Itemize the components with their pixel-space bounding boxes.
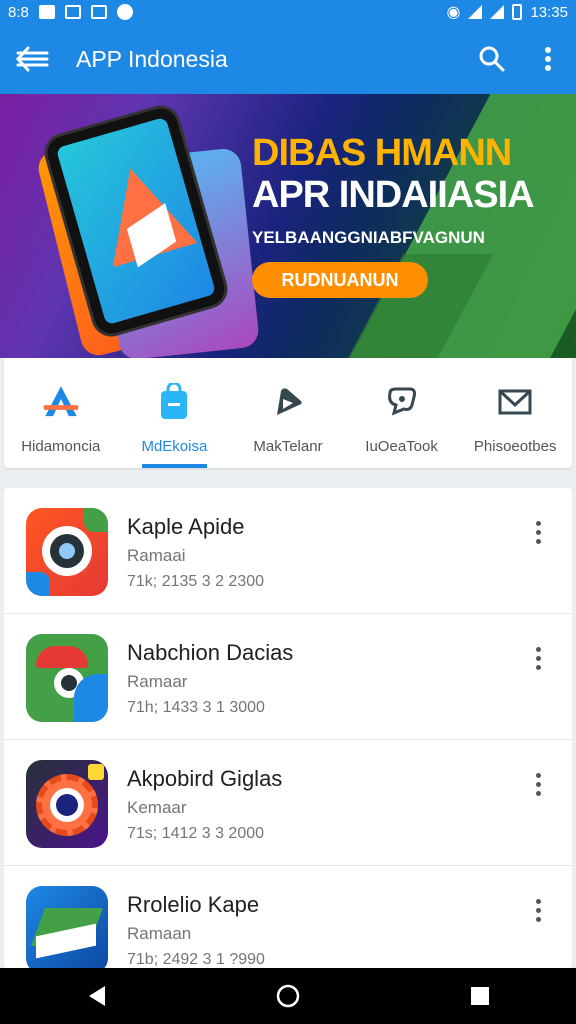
category-tab[interactable]: Phisoeotbes	[458, 358, 572, 468]
notification-icon	[64, 5, 81, 19]
category-tab[interactable]: MakTelanr	[231, 358, 345, 468]
app-name: Nabchion Dacias	[127, 640, 294, 665]
banner-subheadline: APR INDAIIASIA	[252, 174, 535, 216]
chrome-like-app-icon	[26, 634, 108, 722]
phone-illustration	[39, 100, 233, 342]
app-meta: 71b; 2492 3 1 ?990	[127, 951, 265, 968]
category-tab-label: IuOeaTook	[365, 438, 438, 455]
back-arrow-icon	[15, 46, 49, 72]
more-vert-icon[interactable]	[524, 644, 552, 672]
app-list-item[interactable]: Akpobird Giglas Kemaar 71s; 1412 3 3 200…	[4, 740, 572, 866]
banner-headline: DIBAS HMANN	[252, 132, 512, 174]
back-triangle-icon	[89, 986, 105, 1006]
promo-banner[interactable]: DIBAS HMANN APR INDAIIASIA YELBAANGGNIAB…	[0, 94, 576, 358]
nav-recents-button[interactable]	[450, 968, 510, 1024]
notification-dot-icon	[116, 4, 133, 20]
app-meta: 71s; 1412 3 3 2000	[127, 825, 265, 842]
search-icon	[479, 46, 505, 72]
status-time-left: 8:8	[8, 3, 29, 21]
app-category: Ramaai	[127, 546, 186, 565]
app-list-item[interactable]: Rrolelio Kape Ramaan 71b; 2492 3 1 ?990	[4, 866, 572, 968]
shopping-bag-icon	[152, 380, 196, 424]
recents-square-icon	[471, 987, 489, 1005]
app-list-item[interactable]: Nabchion Dacias Ramaar 71h; 1433 3 1 300…	[4, 614, 572, 740]
more-options-button[interactable]	[520, 24, 576, 94]
app-category: Ramaar	[127, 672, 188, 691]
category-tab-label: MakTelanr	[253, 438, 323, 455]
status-bar: 8:8 ◉ 13:35	[0, 0, 576, 24]
active-tab-indicator	[141, 464, 208, 468]
mail-icon	[493, 380, 537, 424]
camera-app-icon	[26, 508, 108, 596]
app-store-icon	[39, 380, 83, 424]
banner-tagline: YELBAANGGNIABFVAGNUN	[252, 228, 485, 247]
category-tab-label: Phisoeotbes	[473, 438, 557, 455]
app-category: Kemaar	[127, 798, 187, 817]
back-button[interactable]	[0, 24, 64, 94]
notification-icon	[38, 5, 55, 19]
app-name: Kaple Apide	[127, 514, 245, 539]
battery-icon	[512, 4, 523, 20]
search-button[interactable]	[464, 24, 520, 94]
wifi-icon: ◉	[446, 4, 461, 21]
more-vert-icon[interactable]	[524, 518, 552, 546]
signal-icon	[468, 5, 483, 19]
category-tab[interactable]: Hidamoncia	[4, 358, 118, 468]
banner-cta-button[interactable]: RUDNUANUN	[252, 262, 428, 298]
more-vert-icon[interactable]	[524, 896, 552, 924]
category-tab-label: Hidamoncia	[21, 438, 101, 455]
app-list: Kaple Apide Ramaai 71k; 2135 3 2 2300 Na…	[4, 488, 572, 968]
gear-app-icon	[26, 760, 108, 848]
nav-home-button[interactable]	[258, 968, 318, 1024]
app-list-item[interactable]: Kaple Apide Ramaai 71k; 2135 3 2 2300	[4, 488, 572, 614]
home-circle-icon	[276, 984, 300, 1008]
system-nav-bar	[0, 968, 576, 1024]
category-tab-label: MdEkoisa	[141, 438, 208, 455]
category-tab[interactable]: IuOeaTook	[345, 358, 459, 468]
gallery-icon	[90, 5, 107, 19]
app-meta: 71k; 2135 3 2 2300	[127, 573, 265, 590]
app-name: Rrolelio Kape	[127, 892, 260, 917]
app-name: Akpobird Giglas	[127, 766, 283, 791]
nav-back-button[interactable]	[66, 968, 126, 1024]
app-title: APP Indonesia	[76, 45, 228, 72]
app-category: Ramaan	[127, 924, 192, 943]
chat-bubble-icon	[380, 380, 424, 424]
app-meta: 71h; 1433 3 1 3000	[127, 699, 265, 716]
signal-icon	[490, 5, 505, 19]
tablet-app-icon	[26, 886, 108, 968]
app-bar: APP Indonesia	[0, 24, 576, 94]
more-vert-icon	[545, 47, 551, 71]
status-time-right: 13:35	[530, 3, 568, 21]
category-tab[interactable]: MdEkoisa	[118, 358, 232, 468]
play-arrow-icon	[266, 380, 310, 424]
category-tabs: Hidamoncia MdEkoisa MakTelanr IuOeaTook …	[4, 358, 572, 468]
more-vert-icon[interactable]	[524, 770, 552, 798]
